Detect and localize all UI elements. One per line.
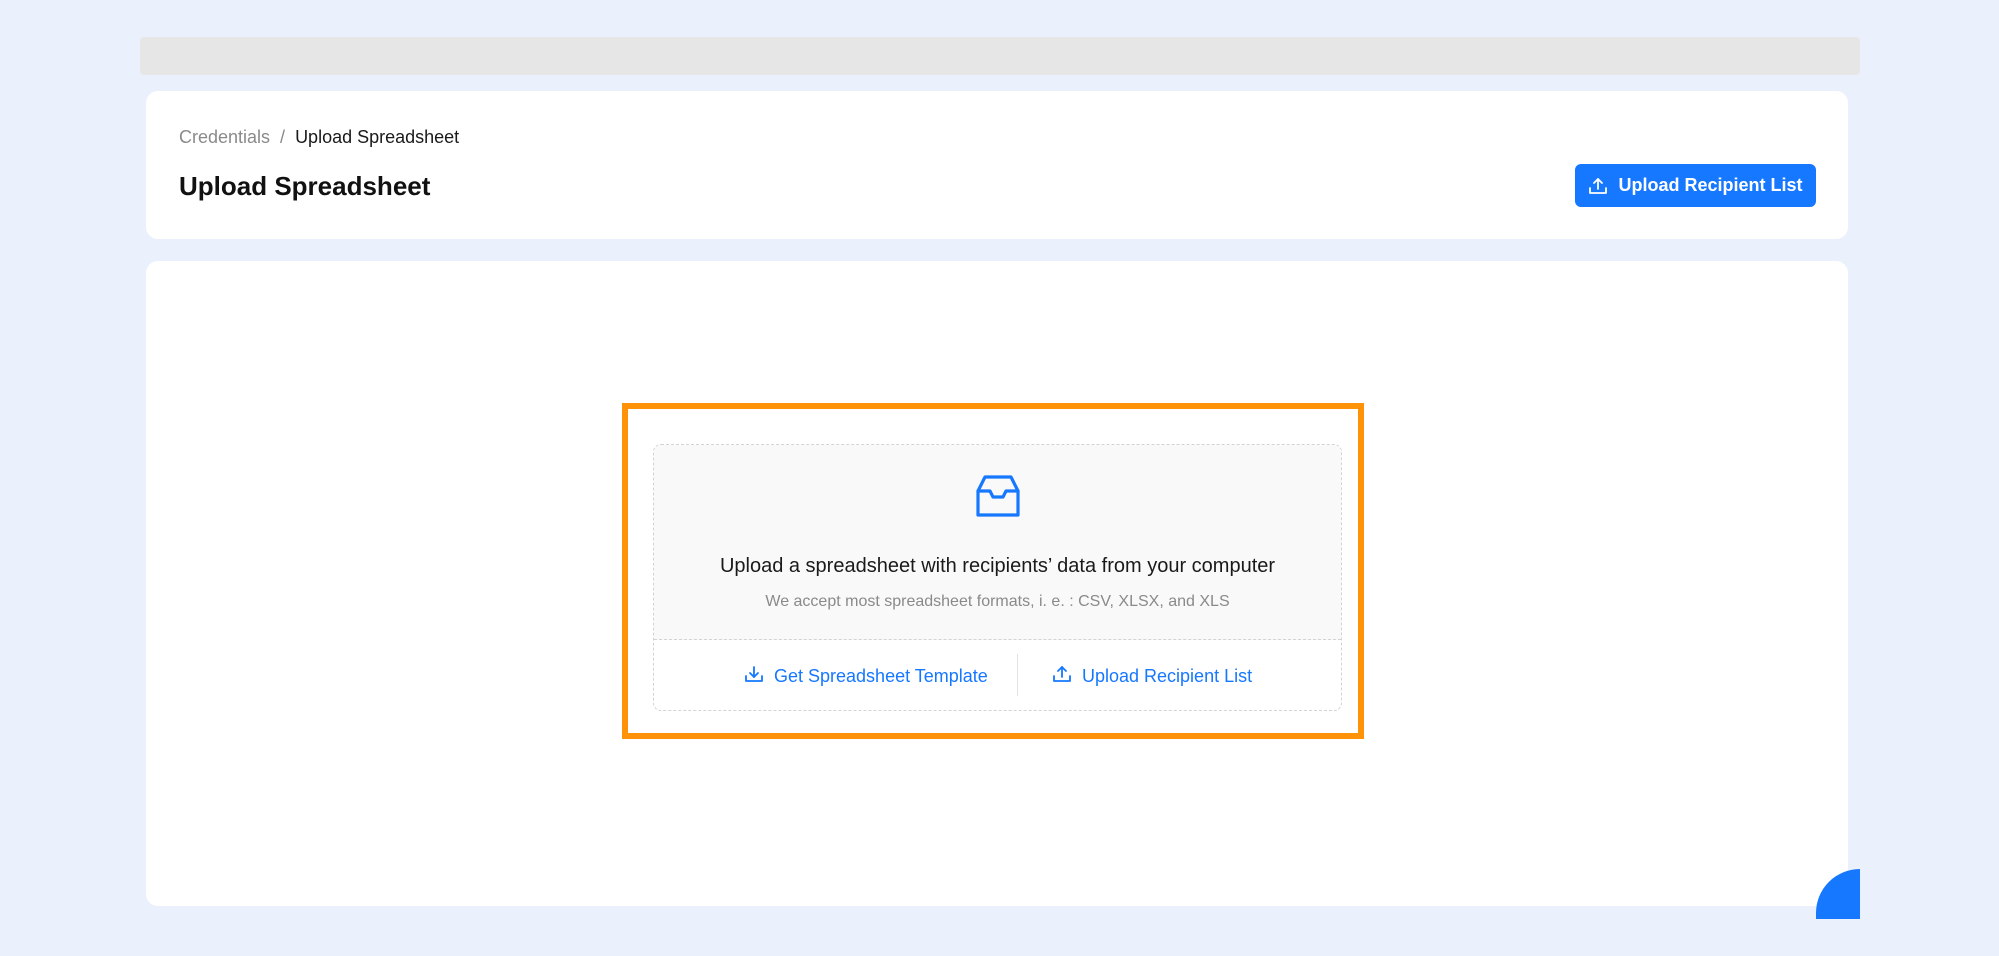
upload-recipient-list-link[interactable]: Upload Recipient List — [1052, 640, 1253, 710]
dropzone-drop-area[interactable]: Upload a spreadsheet with recipients’ da… — [654, 445, 1341, 640]
get-spreadsheet-template-link[interactable]: Get Spreadsheet Template — [744, 640, 988, 710]
breadcrumb-credentials-link[interactable]: Credentials — [179, 127, 270, 148]
inbox-icon — [973, 471, 1023, 521]
upload-dropzone[interactable]: Upload a spreadsheet with recipients’ da… — [653, 444, 1342, 711]
breadcrumb: Credentials / Upload Spreadsheet — [179, 127, 459, 148]
upload-list-label: Upload Recipient List — [1082, 665, 1253, 686]
dropzone-title: Upload a spreadsheet with recipients’ da… — [719, 555, 1276, 577]
upload-button-label: Upload Recipient List — [1618, 175, 1803, 195]
download-icon — [744, 664, 764, 689]
upload-icon — [1588, 176, 1608, 196]
dropzone-actions: Get Spreadsheet Template Upload Recipien… — [654, 640, 1341, 710]
page-title: Upload Spreadsheet — [179, 171, 431, 201]
dropzone-hint: We accept most spreadsheet formats, i. e… — [765, 593, 1230, 610]
breadcrumb-separator: / — [280, 127, 286, 147]
breadcrumb-current: Upload Spreadsheet — [295, 127, 460, 147]
upload-icon — [1052, 664, 1072, 689]
top-bar — [140, 37, 1860, 75]
actions-divider — [1017, 654, 1018, 696]
get-template-label: Get Spreadsheet Template — [774, 665, 988, 686]
upload-recipient-list-button[interactable]: Upload Recipient List — [1575, 164, 1816, 207]
page-header: Credentials / Upload Spreadsheet Upload … — [146, 91, 1848, 239]
